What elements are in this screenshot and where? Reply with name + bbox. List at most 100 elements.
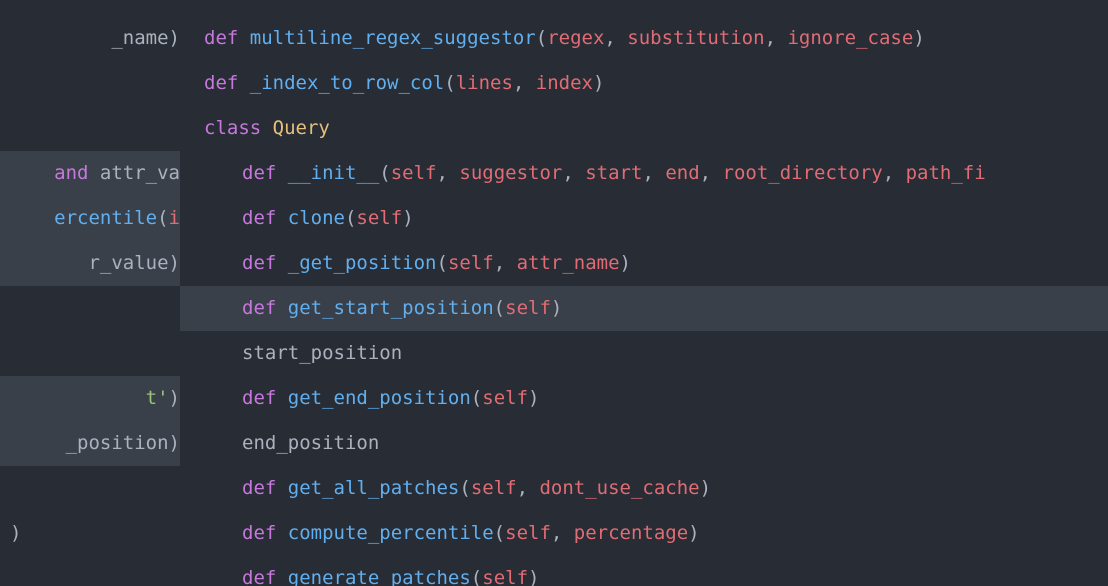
keyword-def: def [242,519,288,548]
function-name: get_all_patches [288,474,460,503]
function-name: get_end_position [288,384,471,413]
comma: , [765,24,788,53]
paren: ) [402,204,413,233]
param: suggestor [459,159,562,188]
param: lines [456,69,513,98]
param: i [169,204,180,233]
function-name: multiline_regex_suggestor [250,24,536,53]
code-line[interactable]: r_value) [0,241,180,286]
keyword-and: and [54,159,88,188]
code-line[interactable]: ) [0,511,180,556]
paren: ) [593,69,604,98]
param-self: self [356,204,402,233]
paren: ) [913,24,924,53]
param: end [665,159,699,188]
paren: ) [169,24,180,53]
outline-item-property[interactable]: start_position [180,331,1108,376]
code-token: _position [66,429,169,458]
paren: ( [494,519,505,548]
comma: , [517,474,540,503]
code-line[interactable]: _name) [0,16,180,61]
param-self: self [505,519,551,548]
paren: ) [169,429,180,458]
paren: ) [10,519,21,548]
param: attr_name [517,249,620,278]
code-line[interactable]: t') [0,376,180,421]
function-name: __init__ [288,159,380,188]
function-name: _index_to_row_col [250,69,444,98]
param: regex [547,24,604,53]
paren: ) [528,564,539,586]
outline-item[interactable]: def multiline_regex_suggestor(regex, sub… [180,16,1108,61]
keyword-def: def [242,204,288,233]
paren: ) [528,384,539,413]
paren: ( [444,69,455,98]
function-name: ercentile [54,204,157,233]
outline-item[interactable]: def compute_percentile(self, percentage) [180,511,1108,556]
param: ignore_case [787,24,913,53]
outline-item[interactable]: def generate_patches(self) [180,556,1108,586]
function-name: clone [288,204,345,233]
paren: ( [379,159,390,188]
keyword-class: class [204,114,273,143]
property-name: end_position [242,429,379,458]
right-outline-pane[interactable]: def multiline_regex_suggestor(regex, sub… [180,0,1108,586]
keyword-def: def [242,474,288,503]
comma: , [437,159,460,188]
param: start [585,159,642,188]
editor-container: _name) and attr_va ercentile(i r_value) … [0,0,1108,586]
property-name: start_position [242,339,402,368]
code-line[interactable]: ercentile(i [0,196,180,241]
outline-item[interactable]: def _index_to_row_col(lines, index) [180,61,1108,106]
class-name: Query [273,114,330,143]
code-line[interactable]: and attr_va [0,151,180,196]
param: percentage [574,519,688,548]
paren: ( [471,564,482,586]
paren: ( [157,204,168,233]
left-editor-pane[interactable]: _name) and attr_va ercentile(i r_value) … [0,0,180,586]
outline-item-class[interactable]: class Query [180,106,1108,151]
blank-line [0,286,180,331]
string-token: t' [146,384,169,413]
outline-item[interactable]: def get_end_position(self) [180,376,1108,421]
code-token: r_value [88,249,168,278]
param: substitution [627,24,764,53]
outline-item[interactable]: def __init__(self, suggestor, start, end… [180,151,1108,196]
function-name: _get_position [288,249,437,278]
paren: ) [169,384,180,413]
comma: , [551,519,574,548]
blank-line [0,466,180,511]
keyword-def: def [242,564,288,586]
param-self: self [448,249,494,278]
code-line[interactable]: _position) [0,421,180,466]
comma: , [883,159,906,188]
comma: , [562,159,585,188]
blank-line [0,106,180,151]
paren: ( [536,24,547,53]
outline-item[interactable]: def get_all_patches(self, dont_use_cache… [180,466,1108,511]
keyword-def: def [242,294,288,323]
paren: ) [169,249,180,278]
paren: ( [345,204,356,233]
code-token: attr_va [88,159,180,188]
param: dont_use_cache [539,474,699,503]
outline-item-selected[interactable]: def get_start_position(self) [180,286,1108,331]
blank-line [0,331,180,376]
param-self: self [505,294,551,323]
comma: , [494,249,517,278]
blank-line [0,61,180,106]
param: path_fi [906,159,986,188]
comma: , [700,159,723,188]
keyword-def: def [242,159,288,188]
keyword-def: def [242,249,288,278]
comma: , [513,69,536,98]
paren: ( [459,474,470,503]
outline-item-property[interactable]: end_position [180,421,1108,466]
keyword-def: def [204,24,250,53]
function-name: generate_patches [288,564,471,586]
paren: ) [551,294,562,323]
outline-item[interactable]: def _get_position(self, attr_name) [180,241,1108,286]
outline-item[interactable]: def clone(self) [180,196,1108,241]
comma: , [642,159,665,188]
paren: ) [620,249,631,278]
